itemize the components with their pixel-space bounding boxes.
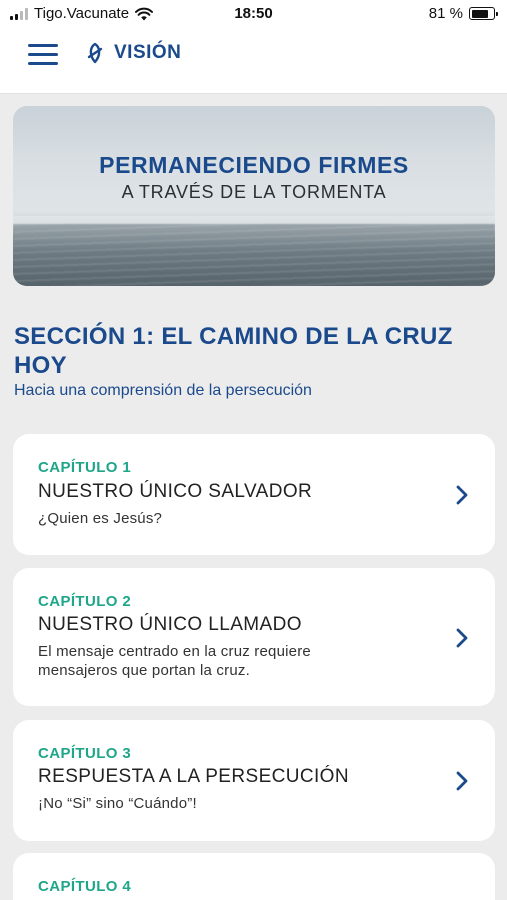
chapter-title: NUESTRO ÚNICO LLAMADO xyxy=(38,614,302,635)
chevron-right-icon xyxy=(456,485,468,505)
status-right: 81 % xyxy=(428,5,498,22)
chapter-description: ¡No “Si” sino “Cuándo”! xyxy=(38,794,418,813)
chapter-description: El mensaje centrado en la cruz requiere … xyxy=(38,642,418,680)
chapter-card-1[interactable]: CAPÍTULO 1 NUESTRO ÚNICO SALVADOR ¿Quien… xyxy=(13,434,495,555)
section-title: SECCIÓN 1: EL CAMINO DE LA CRUZ HOY xyxy=(14,323,453,379)
chapter-kicker: CAPÍTULO 3 xyxy=(38,745,132,762)
hero-title: PERMANECIENDO FIRMES xyxy=(99,152,409,178)
chapter-card-4[interactable]: CAPÍTULO 4 xyxy=(13,853,495,900)
chapter-title: NUESTRO ÚNICO SALVADOR xyxy=(38,481,313,502)
battery-percent: 81 % xyxy=(428,5,463,22)
chapter-card-2[interactable]: CAPÍTULO 2 NUESTRO ÚNICO LLAMADO El mens… xyxy=(13,568,495,706)
chapter-description-line: ¿Quien es Jesús? xyxy=(38,510,163,527)
chapter-description-line: El mensaje centrado en la cruz requiere xyxy=(38,643,311,660)
chapter-description: ¿Quien es Jesús? xyxy=(38,509,418,528)
vision-logo-icon xyxy=(87,42,103,64)
chapter-kicker: CAPÍTULO 4 xyxy=(38,878,132,895)
hero-subtitle: A TRAVÉS DE LA TORMENTA xyxy=(121,182,387,202)
app-header: VISIÓN xyxy=(0,30,507,94)
hero-sea-image xyxy=(13,224,495,286)
chevron-right-icon xyxy=(456,628,468,648)
app-screen: Tigo.Vacunate 18:50 81 % VISIÓN PERMANEC… xyxy=(0,0,507,900)
chapter-kicker: CAPÍTULO 2 xyxy=(38,593,132,610)
hamburger-menu-icon[interactable] xyxy=(28,44,58,66)
chapter-description-line: ¡No “Si” sino “Cuándo”! xyxy=(38,795,197,812)
brand: VISIÓN xyxy=(86,42,181,64)
status-bar: Tigo.Vacunate 18:50 81 % xyxy=(0,0,507,30)
battery-icon xyxy=(469,7,498,20)
hero-banner[interactable]: PERMANECIENDO FIRMES A TRAVÉS DE LA TORM… xyxy=(13,106,495,286)
chapter-description-line: mensajeros que portan la cruz. xyxy=(38,662,250,679)
chapter-card-3[interactable]: CAPÍTULO 3 RESPUESTA A LA PERSECUCIÓN ¡N… xyxy=(13,720,495,841)
chevron-right-icon xyxy=(456,771,468,791)
chapter-title: RESPUESTA A LA PERSECUCIÓN xyxy=(38,766,349,787)
section-subtitle: Hacia una comprensión de la persecución xyxy=(14,382,312,399)
app-title: VISIÓN xyxy=(114,42,182,63)
chapter-kicker: CAPÍTULO 1 xyxy=(38,459,132,476)
